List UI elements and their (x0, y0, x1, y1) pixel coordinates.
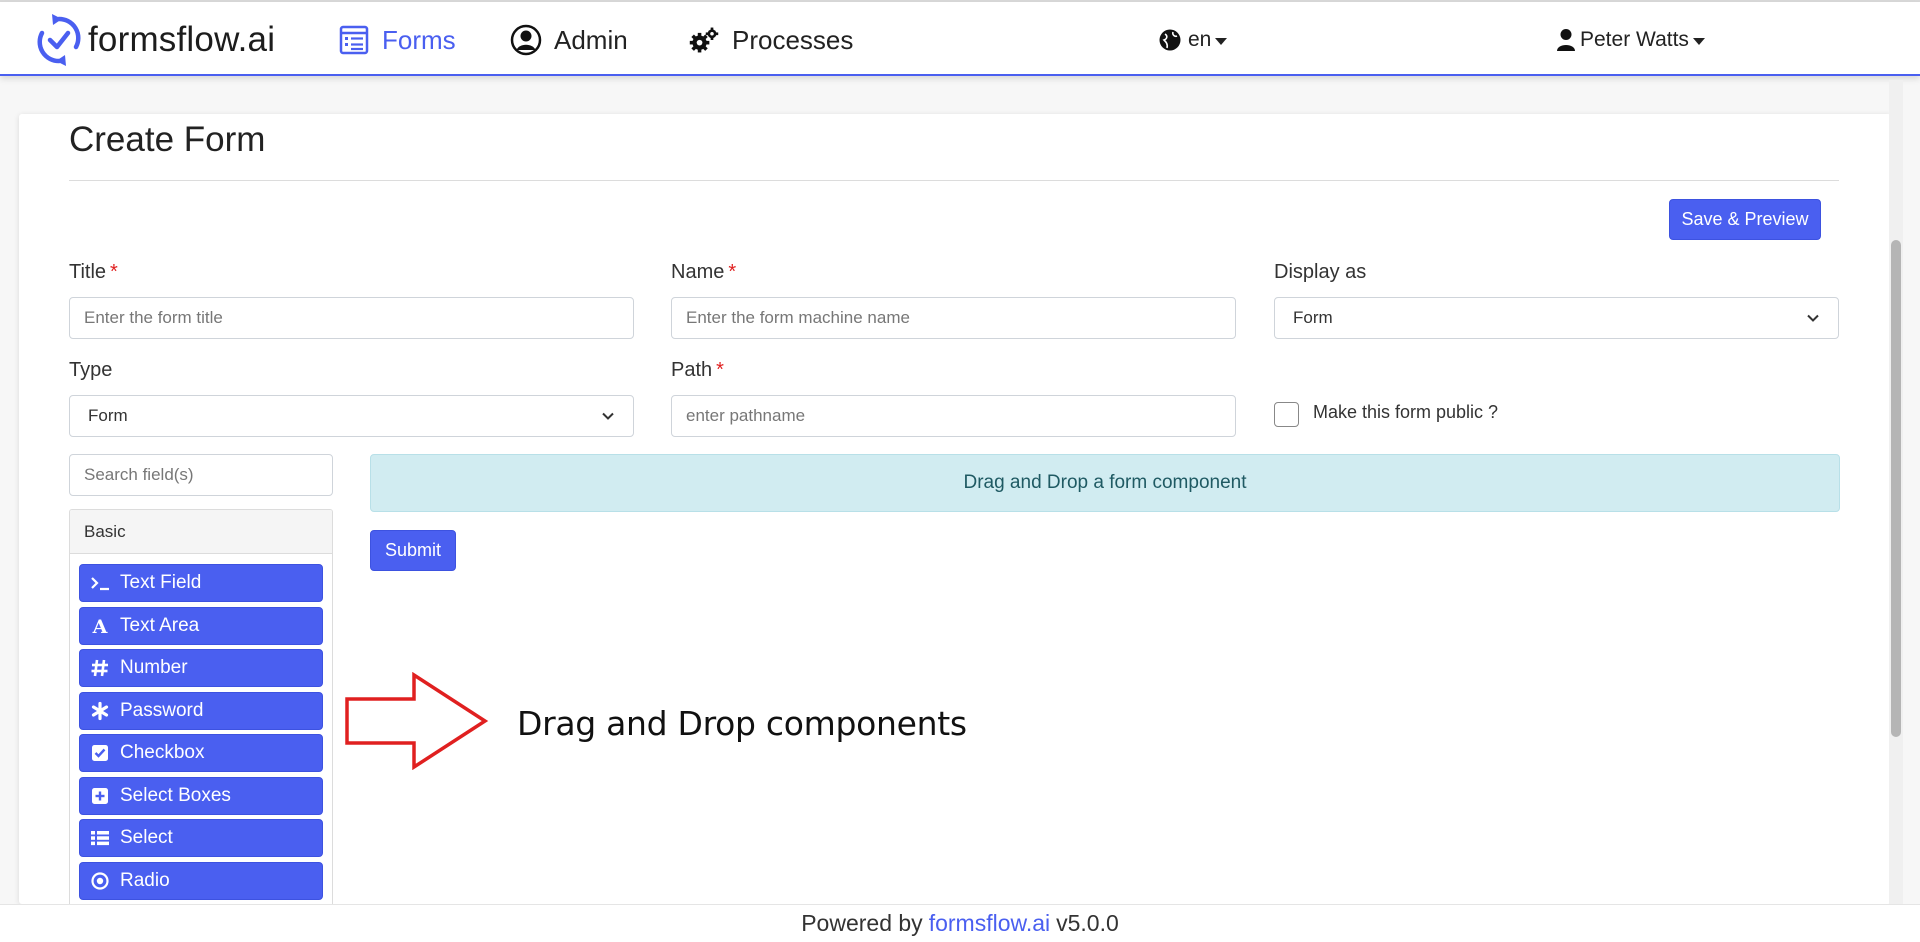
list-icon (91, 831, 109, 846)
annotation-text: Drag and Drop components (517, 704, 967, 743)
check-square-icon (92, 745, 108, 761)
required-mark: * (728, 261, 737, 283)
path-label: Path * (671, 359, 724, 381)
basic-components-panel: Basic Text Field A Text Area Number Pass… (69, 509, 333, 909)
annotation-arrow-icon (345, 672, 489, 770)
type-label: Type (69, 359, 113, 381)
title-input[interactable] (69, 297, 634, 339)
display-as-label: Display as (1274, 261, 1367, 283)
save-preview-button[interactable]: Save & Preview (1669, 199, 1821, 240)
caret-down-icon (1692, 37, 1705, 45)
brand-name: formsflow.ai (88, 20, 276, 59)
chevron-down-icon (1807, 314, 1819, 322)
public-checkbox-label: Make this form public ? (1313, 402, 1499, 422)
component-checkbox[interactable]: Checkbox (79, 734, 323, 772)
user-icon (1557, 29, 1575, 51)
font-icon: A (92, 616, 108, 636)
user-circle-icon (510, 24, 542, 56)
component-radio[interactable]: Radio (79, 861, 323, 900)
name-input[interactable] (671, 297, 1236, 339)
globe-icon (1159, 29, 1181, 51)
footer: Powered by formsflow.ai v5.0.0 (0, 904, 1920, 942)
display-as-select[interactable]: Form (1274, 297, 1839, 339)
cogs-icon (689, 27, 719, 53)
component-text-field[interactable]: Text Field (79, 564, 323, 602)
component-select-boxes[interactable]: Select Boxes (79, 776, 323, 815)
plus-square-icon (92, 787, 108, 804)
type-value: Form (88, 406, 128, 425)
caret-down-icon (1215, 37, 1228, 45)
scrollbar-thumb[interactable] (1891, 240, 1901, 737)
nav-processes-label: Processes (732, 24, 854, 55)
nav-admin-label: Admin (554, 24, 628, 55)
component-number[interactable]: Number (79, 649, 323, 687)
component-password[interactable]: Password (79, 691, 323, 730)
basic-group-header[interactable]: Basic (70, 510, 332, 554)
language-label: en (1188, 28, 1212, 51)
hashtag-icon (91, 659, 108, 677)
name-label: Name * (671, 261, 737, 283)
brand[interactable]: formsflow.ai (36, 12, 275, 68)
submit-button[interactable]: Submit (370, 530, 456, 571)
page-title: Create Form (69, 120, 266, 159)
terminal-icon (91, 577, 109, 591)
language-dropdown[interactable]: en (1158, 20, 1228, 60)
form-dropzone[interactable]: Drag and Drop a form component (370, 454, 1840, 512)
nav-forms[interactable]: Forms (338, 20, 456, 60)
footer-link[interactable]: formsflow.ai (929, 910, 1050, 937)
search-fields-input[interactable] (69, 454, 333, 496)
type-select[interactable]: Form (69, 395, 634, 437)
footer-prefix: Powered by (801, 910, 923, 936)
path-input[interactable] (671, 395, 1236, 437)
nav-forms-label: Forms (382, 24, 456, 55)
public-checkbox[interactable] (1274, 402, 1299, 427)
divider (69, 180, 1839, 181)
nav-processes[interactable]: Processes (688, 20, 853, 60)
component-list: Text Field A Text Area Number Password C… (70, 554, 332, 900)
required-mark: * (716, 359, 724, 381)
forms-icon (339, 25, 369, 55)
title-label: Title * (69, 261, 118, 283)
navbar: formsflow.ai Forms Admin Processes en Pe… (0, 2, 1920, 76)
footer-version: v5.0.0 (1056, 910, 1119, 936)
component-text-area[interactable]: A Text Area (79, 606, 323, 645)
user-dropdown[interactable]: Peter Watts (1556, 20, 1705, 60)
nav-admin[interactable]: Admin (510, 20, 628, 60)
chevron-down-icon (602, 412, 614, 420)
formsflow-logo-icon (37, 14, 81, 66)
svg-text:A: A (92, 616, 108, 636)
user-name: Peter Watts (1580, 28, 1689, 51)
dot-circle-icon (91, 871, 109, 890)
component-select[interactable]: Select (79, 819, 323, 857)
required-mark: * (110, 261, 118, 283)
asterisk-icon (91, 701, 109, 720)
display-as-value: Form (1293, 308, 1333, 327)
